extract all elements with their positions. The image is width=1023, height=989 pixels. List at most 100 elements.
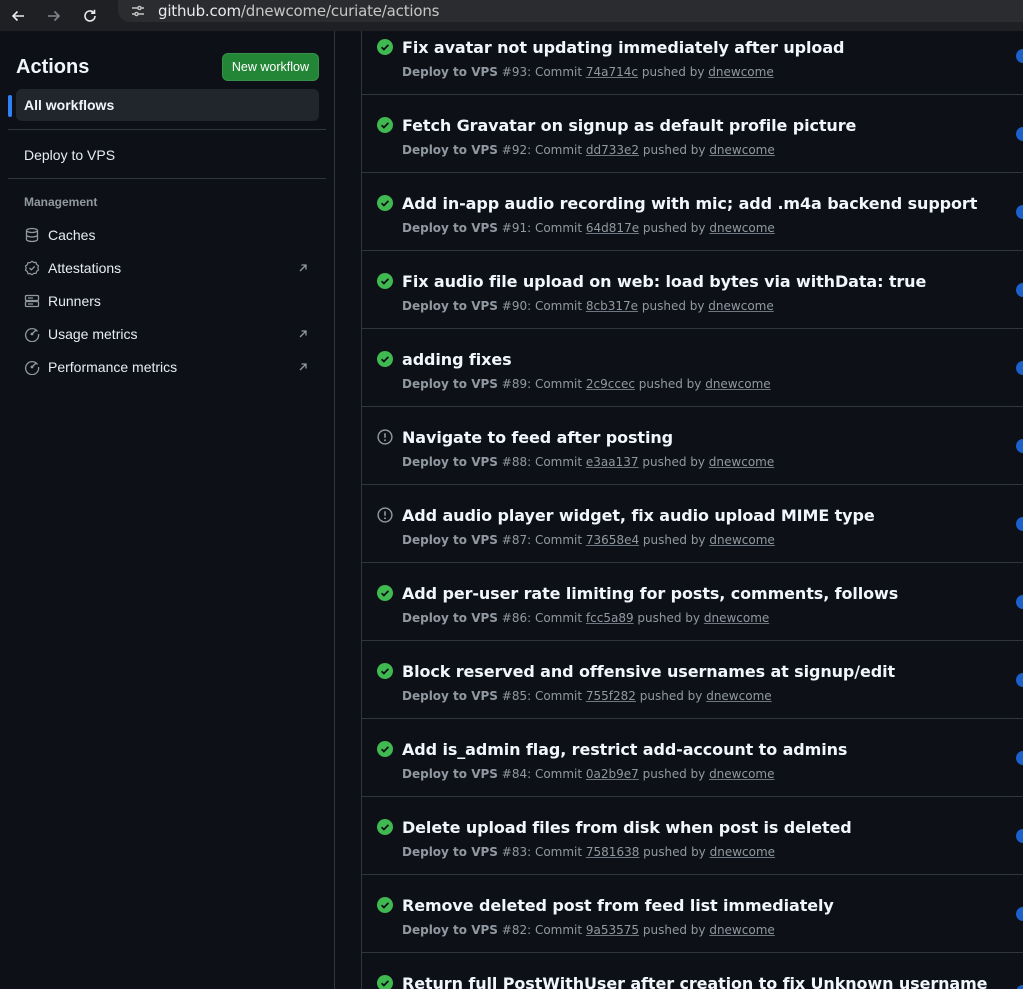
- forward-arrow-icon[interactable]: [36, 0, 72, 31]
- commit-sha-link[interactable]: dd733e2: [586, 143, 639, 157]
- workflow-run-row[interactable]: Fetch Gravatar on signup as default prof…: [362, 95, 1023, 173]
- commit-sha-link[interactable]: e3aa137: [586, 455, 639, 469]
- commit-sha-link[interactable]: 2c9ccec: [586, 377, 635, 391]
- sidebar-divider: [8, 129, 326, 130]
- workflow-run-row[interactable]: Return full PostWithUser after creation …: [362, 953, 1023, 989]
- run-pushed-by: pushed by: [634, 377, 706, 391]
- external-link-icon: [297, 328, 309, 340]
- sidebar-item-label: Performance metrics: [48, 359, 178, 375]
- run-actions-button[interactable]: [1016, 907, 1023, 921]
- user-link[interactable]: dnewcome: [709, 221, 774, 235]
- run-actions-button[interactable]: [1016, 361, 1023, 375]
- commit-sha-link[interactable]: fcc5a89: [586, 611, 634, 625]
- run-actions-button[interactable]: [1016, 673, 1023, 687]
- workflow-run-row[interactable]: Delete upload files from disk when post …: [362, 797, 1023, 875]
- run-title-link[interactable]: Return full PostWithUser after creation …: [402, 974, 988, 989]
- user-link[interactable]: dnewcome: [709, 533, 774, 547]
- run-actions-button[interactable]: [1016, 205, 1023, 219]
- run-workflow-name: Deploy to VPS: [402, 377, 498, 391]
- sidebar-item-label: Caches: [48, 227, 96, 243]
- user-link[interactable]: dnewcome: [709, 455, 774, 469]
- workflow-run-row[interactable]: adding fixes Deploy to VPS #89: Commit 2c…: [362, 329, 1023, 407]
- run-workflow-name: Deploy to VPS: [402, 689, 498, 703]
- run-commit-prefix: : Commit: [527, 767, 586, 781]
- workflow-run-row[interactable]: Navigate to feed after posting Deploy to …: [362, 407, 1023, 485]
- commit-sha-link[interactable]: 7581638: [586, 845, 639, 859]
- run-workflow-name: Deploy to VPS: [402, 221, 498, 235]
- run-commit-prefix: : Commit: [527, 923, 586, 937]
- run-workflow-name: Deploy to VPS: [402, 611, 498, 625]
- run-actions-button[interactable]: [1016, 829, 1023, 843]
- run-actions-button[interactable]: [1016, 751, 1023, 765]
- sidebar-item-all-workflows[interactable]: All workflows: [16, 89, 319, 121]
- commit-sha-link[interactable]: 73658e4: [586, 533, 639, 547]
- run-title-link[interactable]: Block reserved and offensive usernames a…: [402, 662, 895, 681]
- user-link[interactable]: dnewcome: [709, 923, 774, 937]
- run-title-link[interactable]: Fix audio file upload on web: load bytes…: [402, 272, 926, 291]
- user-link[interactable]: dnewcome: [709, 767, 774, 781]
- run-pushed-by: pushed by: [638, 455, 709, 469]
- run-commit-prefix: : Commit: [527, 65, 586, 79]
- check-circle-icon: [377, 273, 393, 289]
- run-title-link[interactable]: Remove deleted post from feed list immed…: [402, 896, 834, 915]
- commit-sha-link[interactable]: 755f282: [586, 689, 636, 703]
- check-circle-icon: [377, 975, 393, 989]
- run-title-link[interactable]: Add audio player widget, fix audio uploa…: [402, 506, 875, 525]
- new-workflow-button[interactable]: New workflow: [221, 53, 319, 81]
- run-actions-button[interactable]: [1016, 49, 1023, 63]
- workflow-runs-list: Fix avatar not updating immediately afte…: [361, 31, 1023, 989]
- sidebar-item-deploy-to-vps[interactable]: Deploy to VPS: [16, 139, 319, 171]
- workflow-run-row[interactable]: Add per-user rate limiting for posts, co…: [362, 563, 1023, 641]
- user-link[interactable]: dnewcome: [708, 65, 773, 79]
- user-link[interactable]: dnewcome: [710, 845, 775, 859]
- commit-sha-link[interactable]: 9a53575: [586, 923, 639, 937]
- site-settings-icon[interactable]: [130, 3, 146, 19]
- run-actions-button[interactable]: [1016, 595, 1023, 609]
- page-title: Actions: [16, 55, 90, 78]
- workflow-run-row[interactable]: Add in-app audio recording with mic; add…: [362, 173, 1023, 251]
- run-meta: Deploy to VPS #90: Commit 8cb317e pushed…: [402, 299, 774, 313]
- commit-sha-link[interactable]: 8cb317e: [586, 299, 638, 313]
- back-arrow-icon[interactable]: [0, 0, 36, 31]
- sidebar-item-usage-metrics[interactable]: Usage metrics: [16, 318, 319, 350]
- user-link[interactable]: dnewcome: [709, 143, 774, 157]
- user-link[interactable]: dnewcome: [704, 611, 769, 625]
- sidebar-item-runners[interactable]: Runners: [16, 285, 319, 317]
- run-number: #89: [501, 377, 528, 391]
- check-circle-icon: [377, 663, 393, 679]
- run-actions-button[interactable]: [1016, 127, 1023, 141]
- meter-icon: [24, 359, 40, 375]
- run-title-link[interactable]: Fetch Gravatar on signup as default prof…: [402, 116, 856, 135]
- run-meta: Deploy to VPS #85: Commit 755f282 pushed…: [402, 689, 772, 703]
- run-actions-button[interactable]: [1016, 985, 1023, 989]
- commit-sha-link[interactable]: 64d817e: [586, 221, 639, 235]
- run-actions-button[interactable]: [1016, 517, 1023, 531]
- run-meta: Deploy to VPS #93: Commit 74a714c pushed…: [402, 65, 774, 79]
- workflow-run-row[interactable]: Fix avatar not updating immediately afte…: [362, 17, 1023, 95]
- run-title-link[interactable]: Add per-user rate limiting for posts, co…: [402, 584, 898, 603]
- run-title-link[interactable]: Navigate to feed after posting: [402, 428, 673, 447]
- run-title-link[interactable]: Add is_admin flag, restrict add-account …: [402, 740, 847, 759]
- workflow-run-row[interactable]: Remove deleted post from feed list immed…: [362, 875, 1023, 953]
- commit-sha-link[interactable]: 74a714c: [586, 65, 638, 79]
- reload-icon[interactable]: [72, 0, 108, 31]
- workflow-run-row[interactable]: Block reserved and offensive usernames a…: [362, 641, 1023, 719]
- run-meta: Deploy to VPS #86: Commit fcc5a89 pushed…: [402, 611, 769, 625]
- sidebar-item-performance-metrics[interactable]: Performance metrics: [16, 351, 319, 383]
- run-title-link[interactable]: Delete upload files from disk when post …: [402, 818, 852, 837]
- run-title-link[interactable]: Fix avatar not updating immediately afte…: [402, 38, 844, 57]
- workflow-run-row[interactable]: Add is_admin flag, restrict add-account …: [362, 719, 1023, 797]
- user-link[interactable]: dnewcome: [705, 377, 770, 391]
- user-link[interactable]: dnewcome: [706, 689, 771, 703]
- sidebar-item-attestations[interactable]: Attestations: [16, 252, 319, 284]
- run-title-link[interactable]: adding fixes: [402, 350, 512, 369]
- run-actions-button[interactable]: [1016, 283, 1023, 297]
- run-title-link[interactable]: Add in-app audio recording with mic; add…: [402, 194, 977, 213]
- user-link[interactable]: dnewcome: [708, 299, 773, 313]
- commit-sha-link[interactable]: 0a2b9e7: [586, 767, 639, 781]
- workflow-run-row[interactable]: Add audio player widget, fix audio uploa…: [362, 485, 1023, 563]
- workflow-run-row[interactable]: Fix audio file upload on web: load bytes…: [362, 251, 1023, 329]
- check-circle-icon: [377, 117, 393, 133]
- run-actions-button[interactable]: [1016, 439, 1023, 453]
- sidebar-item-caches[interactable]: Caches: [16, 219, 319, 251]
